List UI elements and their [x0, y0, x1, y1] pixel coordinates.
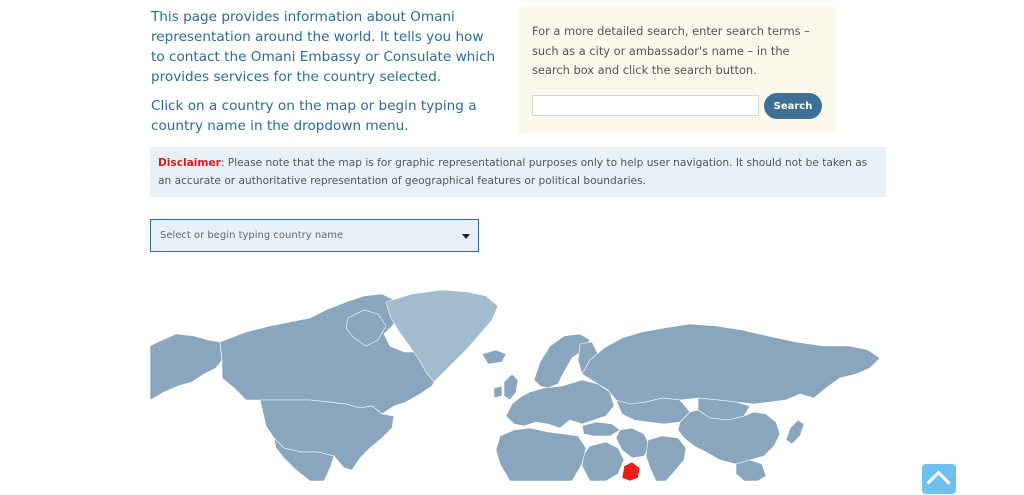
intro-paragraph-1: This page provides information about Oma… — [151, 9, 496, 85]
map-country-saudi-arabia[interactable] — [581, 441, 625, 481]
caret-down-icon — [462, 234, 470, 239]
map-country-ireland[interactable] — [493, 385, 503, 399]
search-description: For a more detailed search, enter search… — [532, 24, 810, 77]
map-country-uk[interactable] — [503, 373, 519, 401]
country-dropdown-placeholder: Select or begin typing country name — [160, 230, 344, 241]
detailed-search-panel: For a more detailed search, enter search… — [518, 7, 836, 133]
search-button[interactable]: Search — [764, 93, 822, 119]
intro-text: This page provides information about Oma… — [151, 7, 501, 145]
map-country-oman[interactable] — [621, 461, 641, 481]
map-region-north-africa[interactable] — [495, 427, 587, 481]
country-dropdown[interactable]: Select or begin typing country name — [150, 219, 479, 252]
map-country-iran[interactable] — [615, 427, 651, 459]
map-region-europe[interactable] — [505, 379, 615, 429]
map-country-iceland[interactable] — [481, 349, 507, 365]
chevron-up-icon — [926, 470, 951, 495]
disclaimer-label: Disclaimer — [158, 157, 221, 169]
map-country-india[interactable] — [645, 435, 687, 481]
scroll-to-top-button[interactable] — [922, 464, 956, 495]
map-country-alaska[interactable] — [150, 333, 223, 401]
world-map[interactable] — [150, 288, 886, 481]
map-country-japan[interactable] — [785, 419, 805, 445]
map-region-southeast-asia[interactable] — [735, 459, 767, 481]
map-country-russia[interactable] — [581, 323, 881, 405]
disclaimer-text: : Please note that the map is for graphi… — [158, 157, 868, 187]
map-country-turkey[interactable] — [581, 421, 621, 437]
search-input[interactable] — [532, 95, 759, 116]
intro-paragraph-2: Click on a country on the map or begin t… — [151, 98, 477, 134]
disclaimer-box: Disclaimer: Please note that the map is … — [150, 147, 886, 197]
